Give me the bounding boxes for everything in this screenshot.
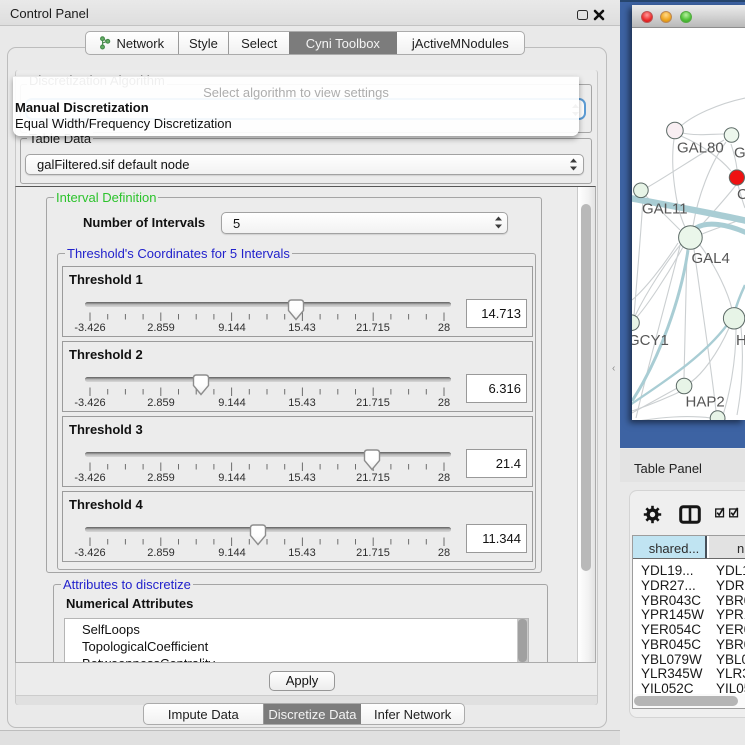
svg-text:C: C [737,186,745,203]
svg-text:H: H [736,332,745,349]
svg-text:GCY1: GCY1 [632,332,669,349]
svg-text:HAP2: HAP2 [686,394,725,411]
svg-text:GAL4: GAL4 [692,250,730,267]
svg-text:GA: GA [734,145,745,162]
svg-text:GAL11: GAL11 [642,201,688,218]
svg-text:GAL80: GAL80 [677,140,724,157]
